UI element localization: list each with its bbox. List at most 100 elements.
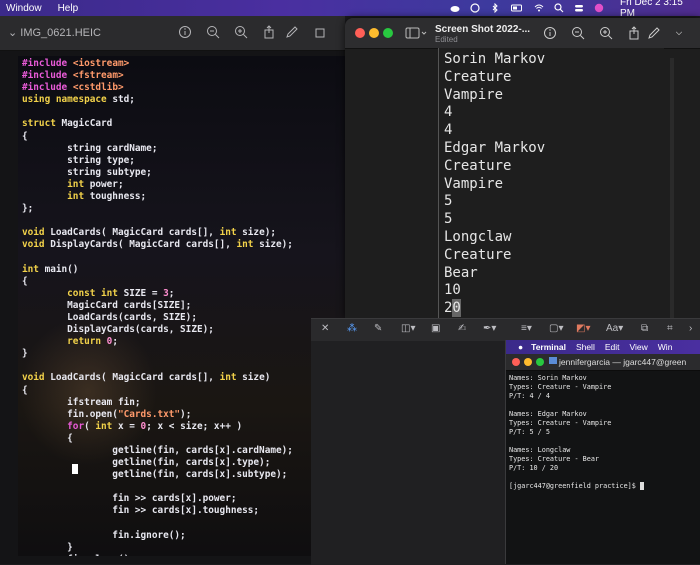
menu-terminal[interactable]: Terminal [531, 342, 566, 352]
code-line: const int SIZE = 3; [22, 288, 293, 300]
output-line: 5 [444, 211, 453, 228]
code-token: void [22, 239, 51, 251]
close-button[interactable] [355, 28, 365, 38]
code-line: } [22, 348, 293, 360]
border-color-icon[interactable]: ▢▾ [549, 323, 563, 334]
siri-icon[interactable] [594, 3, 604, 13]
zoom-button[interactable] [383, 28, 393, 38]
fill-color-icon[interactable]: ◩▾ [576, 323, 590, 334]
code-token: SIZE = [123, 287, 164, 299]
menu-bar: Window Help Fri Dec 2 3:15 PM [0, 0, 700, 19]
sidebar-icon[interactable] [405, 26, 427, 40]
output-line: Creature [444, 246, 512, 263]
menu-datetime[interactable]: Fri Dec 2 3:15 PM [620, 0, 700, 19]
code-line: fin >> cards[x].power; [22, 493, 293, 505]
code-token: int [219, 227, 243, 239]
zoom-out-icon[interactable] [206, 25, 220, 39]
terminal-line: P/T: 4 / 4 [509, 392, 550, 400]
zoom-in-icon[interactable] [599, 26, 613, 40]
markup-pen-icon[interactable] [647, 26, 661, 40]
code-token: MagicCard cards[SIZE]; [22, 299, 192, 311]
code-line: return 0; [22, 336, 293, 348]
code-line: fin.close(); [22, 554, 293, 556]
code-token: fin.close(); [22, 554, 135, 556]
code-token: int [95, 420, 118, 432]
info-icon[interactable] [543, 26, 557, 40]
minimize-button[interactable] [524, 358, 532, 366]
output-line: Vampire [444, 86, 504, 103]
output-line: Creature [444, 68, 512, 85]
code-token: getline(fin, cards[x].subtype); [22, 469, 288, 481]
sketch-tool-icon[interactable]: ✎ [374, 323, 382, 334]
menu-shell[interactable]: Shell [576, 342, 595, 352]
code-line: { [22, 433, 293, 445]
minimize-button[interactable] [369, 28, 379, 38]
terminal-window: ● Terminal Shell Edit View Win jenniferg… [505, 340, 700, 564]
code-line: int main() [22, 264, 293, 276]
text-style-button[interactable]: Aa▾ [606, 323, 623, 334]
terminal-line: Names: Longclaw [509, 446, 571, 454]
info-icon[interactable] [178, 25, 192, 39]
code-token: toughness; [89, 191, 147, 203]
code-token: DisplayCards(cards, SIZE); [22, 324, 214, 336]
menu-view[interactable]: View [630, 342, 648, 352]
output-line: 20 [444, 299, 461, 318]
code-line: struct MagicCard [22, 118, 293, 130]
search-icon[interactable] [554, 3, 564, 13]
zoom-out-icon[interactable] [571, 26, 585, 40]
code-token: return [67, 336, 107, 348]
terminal-line: P/T: 10 / 20 [509, 464, 559, 472]
screenshot-edited-label: Edited [435, 35, 458, 44]
share-icon[interactable] [262, 25, 276, 39]
chevron-down-icon[interactable] [675, 26, 683, 40]
share-icon[interactable] [627, 26, 641, 40]
scrollbar[interactable] [670, 58, 674, 318]
photo-preview-window: ⌄ IMG_0621.HEIC #include <iostream> #incl… [0, 16, 345, 564]
terminal-line: P/T: 5 / 5 [509, 428, 550, 436]
code-token: size); [242, 227, 277, 239]
menu-window[interactable]: Window [6, 3, 42, 14]
close-icon[interactable]: ✕ [321, 323, 329, 334]
text-box-icon[interactable]: ▣ [431, 323, 440, 334]
terminal-line: Names: Sorin Markov [509, 374, 587, 382]
rotate-icon[interactable] [313, 25, 327, 39]
terminal-output[interactable]: Names: Sorin Markov Types: Creature - Vam… [509, 374, 644, 491]
code-line: getline(fin, cards[x].cardName); [22, 445, 293, 457]
code-line: using namespace std; [22, 94, 293, 106]
menu-window[interactable]: Win [658, 342, 673, 352]
markup-pen-icon[interactable] [285, 25, 299, 39]
terminal-prompt-line: [jgarc447@greenfield practice]$ [509, 482, 644, 491]
code-token: void [22, 227, 51, 239]
cloud-icon[interactable] [450, 3, 460, 13]
line-style-icon[interactable]: ≡▾ [521, 323, 532, 334]
crop-icon[interactable]: ⌗ [667, 323, 673, 334]
zoom-button[interactable] [536, 358, 544, 366]
code-line: } [22, 542, 293, 554]
shapes-tool-icon[interactable]: ◫▾ [401, 323, 415, 334]
battery-icon[interactable] [510, 3, 524, 13]
terminal-line: Types: Creature - Vampire [509, 419, 612, 427]
menu-help[interactable]: Help [58, 3, 79, 14]
code-token: LoadCards( MagicCard cards[], [50, 227, 220, 239]
code-token: { [22, 275, 28, 287]
signature-icon[interactable]: ✒▾ [483, 323, 496, 334]
control-center-icon[interactable] [574, 3, 584, 13]
screenshot-title[interactable]: Screen Shot 2022-... [435, 24, 530, 35]
apple-icon[interactable]: ● [518, 342, 523, 352]
bluetooth-icon[interactable] [490, 3, 500, 13]
menu-edit[interactable]: Edit [605, 342, 620, 352]
photo-window-title[interactable]: ⌄ IMG_0621.HEIC [8, 26, 101, 39]
zoom-in-icon[interactable] [234, 25, 248, 39]
wifi-icon[interactable] [534, 3, 544, 13]
sign-tool-icon[interactable]: ✍ [458, 323, 466, 334]
rotate-icon[interactable]: ⧉ [641, 323, 648, 334]
select-tool-icon[interactable]: ⁂ [347, 323, 357, 334]
circle-icon[interactable] [470, 3, 480, 13]
close-button[interactable] [512, 358, 520, 366]
code-line: string subtype; [22, 167, 293, 179]
code-line: #include <cstdlib> [22, 82, 293, 94]
more-icon[interactable]: › [689, 323, 692, 334]
status-icons [445, 0, 609, 16]
